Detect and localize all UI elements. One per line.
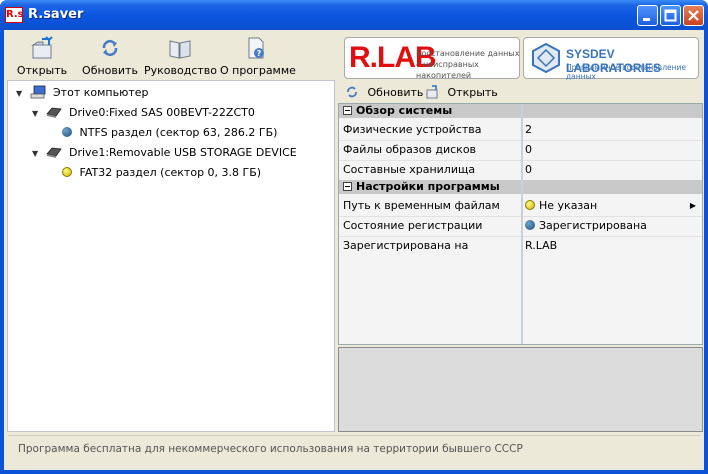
sysdev-hexagon-icon: [532, 42, 560, 74]
tree-label-drive1: Drive1:Removable USB STORAGE DEVICE: [69, 146, 297, 159]
refresh-icon: [102, 39, 118, 57]
expand-arrow-icon[interactable]: ▼: [32, 145, 42, 163]
property-value[interactable]: Не указан: [525, 196, 700, 216]
close-button[interactable]: [683, 5, 704, 26]
main-toolbar: Открыть Обновить Руководство ? О програм…: [8, 34, 336, 78]
sysdev-logo-tagline: Программное восстановление данных: [566, 63, 687, 81]
about-button-label: О программе: [220, 64, 296, 77]
about-button[interactable]: ? О программе: [220, 34, 296, 78]
registration-state-value: Зарегистрирована: [539, 219, 647, 232]
collapse-icon[interactable]: [343, 182, 352, 191]
property-name: Зарегистрирована на: [343, 239, 469, 252]
details-toolbar: Обновить Открыть: [339, 83, 701, 103]
tree-node-drive0[interactable]: ▼ Drive0:Fixed SAS 00BEVT-22ZCT0: [32, 104, 255, 122]
expand-arrow-icon[interactable]: ▼: [16, 85, 26, 103]
tree-label-computer: Этот компьютер: [53, 86, 149, 99]
maximize-button[interactable]: [660, 5, 681, 26]
property-name: Составные хранилища: [343, 163, 476, 176]
details-open-button[interactable]: Открыть: [425, 85, 498, 99]
property-value: 2: [525, 123, 532, 136]
tree-node-drive1[interactable]: ▼ Drive1:Removable USB STORAGE DEVICE: [32, 144, 297, 162]
category-overview-label: Обзор системы: [356, 104, 453, 117]
status-bar: Программа бесплатна для некоммерческого …: [8, 435, 700, 461]
app-icon: R.s: [5, 7, 24, 23]
category-settings-label: Настройки программы: [356, 180, 500, 193]
details-refresh-button[interactable]: Обновить: [345, 85, 423, 99]
collapse-icon[interactable]: [343, 106, 352, 115]
hard-disk-icon: [45, 107, 62, 118]
rlab-logo-tagline: Восстановление данных с неисправных нако…: [416, 49, 520, 80]
app-window: R.s R.saver Открыть Обновить Руководство…: [0, 0, 708, 474]
open-folder-icon: [426, 85, 438, 99]
property-name: Состояние регистрации: [343, 219, 483, 232]
window-title: R.saver: [28, 7, 84, 22]
property-value: 0: [525, 143, 532, 156]
details-open-label: Открыть: [447, 86, 498, 99]
title-bar[interactable]: R.s R.saver: [0, 0, 708, 30]
partition-yellow-icon: [62, 167, 72, 177]
device-tree[interactable]: ▼ Этот компьютер ▼ Drive0:Fixed SAS 00BE…: [7, 80, 335, 432]
description-panel: [338, 347, 703, 432]
tree-node-fat32-partition[interactable]: FAT32 раздел (сектор 0, 3.8 ГБ): [62, 164, 261, 182]
client-area: Открыть Обновить Руководство ? О програм…: [4, 30, 704, 470]
open-folder-icon: [31, 36, 53, 59]
open-button[interactable]: Открыть: [14, 34, 70, 78]
tree-label-fat32-partition: FAT32 раздел (сектор 0, 3.8 ГБ): [79, 166, 262, 179]
column-splitter[interactable]: [521, 104, 523, 344]
tree-node-computer[interactable]: ▼ Этот компьютер: [16, 84, 149, 102]
manual-button-label: Руководство: [144, 64, 218, 77]
tree-label-drive0: Drive0:Fixed SAS 00BEVT-22ZCT0: [69, 106, 255, 119]
minimize-icon: [643, 18, 650, 21]
partition-blue-icon: [62, 127, 72, 137]
expand-arrow-icon[interactable]: ▼: [32, 105, 42, 123]
property-grid[interactable]: Обзор системы Физические устройства 2 Фа…: [338, 103, 703, 345]
property-value: R.LAB: [525, 239, 558, 252]
computer-icon: [30, 85, 45, 99]
sysdev-logo[interactable]: SYSDEV LABORATORIES Программное восстано…: [523, 37, 699, 81]
maximize-icon: [664, 9, 677, 22]
property-value: 0: [525, 163, 532, 176]
minimize-button[interactable]: [637, 5, 658, 26]
svg-text:?: ?: [257, 49, 262, 58]
rlab-logo[interactable]: R.LAB Восстановление данных с неисправны…: [344, 37, 520, 80]
book-icon: [169, 40, 191, 59]
refresh-icon: [347, 86, 357, 98]
refresh-button-label: Обновить: [82, 64, 138, 77]
manual-button[interactable]: Руководство: [144, 34, 218, 78]
property-name: Файлы образов дисков: [343, 143, 477, 156]
property-name: Путь к временным файлам: [343, 199, 500, 212]
refresh-button[interactable]: Обновить: [80, 34, 140, 78]
property-value: Зарегистрирована: [525, 216, 700, 236]
details-refresh-label: Обновить: [367, 86, 424, 99]
open-button-label: Открыть: [16, 64, 68, 77]
temp-path-value: Не указан: [539, 199, 598, 212]
hard-disk-icon: [45, 147, 62, 158]
status-blue-icon: [525, 220, 535, 230]
tree-label-ntfs-partition: NTFS раздел (сектор 63, 286.2 ГБ): [79, 126, 278, 139]
close-icon: [688, 10, 699, 21]
tree-node-ntfs-partition[interactable]: NTFS раздел (сектор 63, 286.2 ГБ): [62, 124, 277, 142]
expand-right-icon[interactable]: ▶: [690, 196, 696, 216]
status-yellow-icon: [525, 200, 535, 210]
property-name: Физические устройства: [343, 123, 482, 136]
help-document-icon: ?: [248, 37, 264, 59]
